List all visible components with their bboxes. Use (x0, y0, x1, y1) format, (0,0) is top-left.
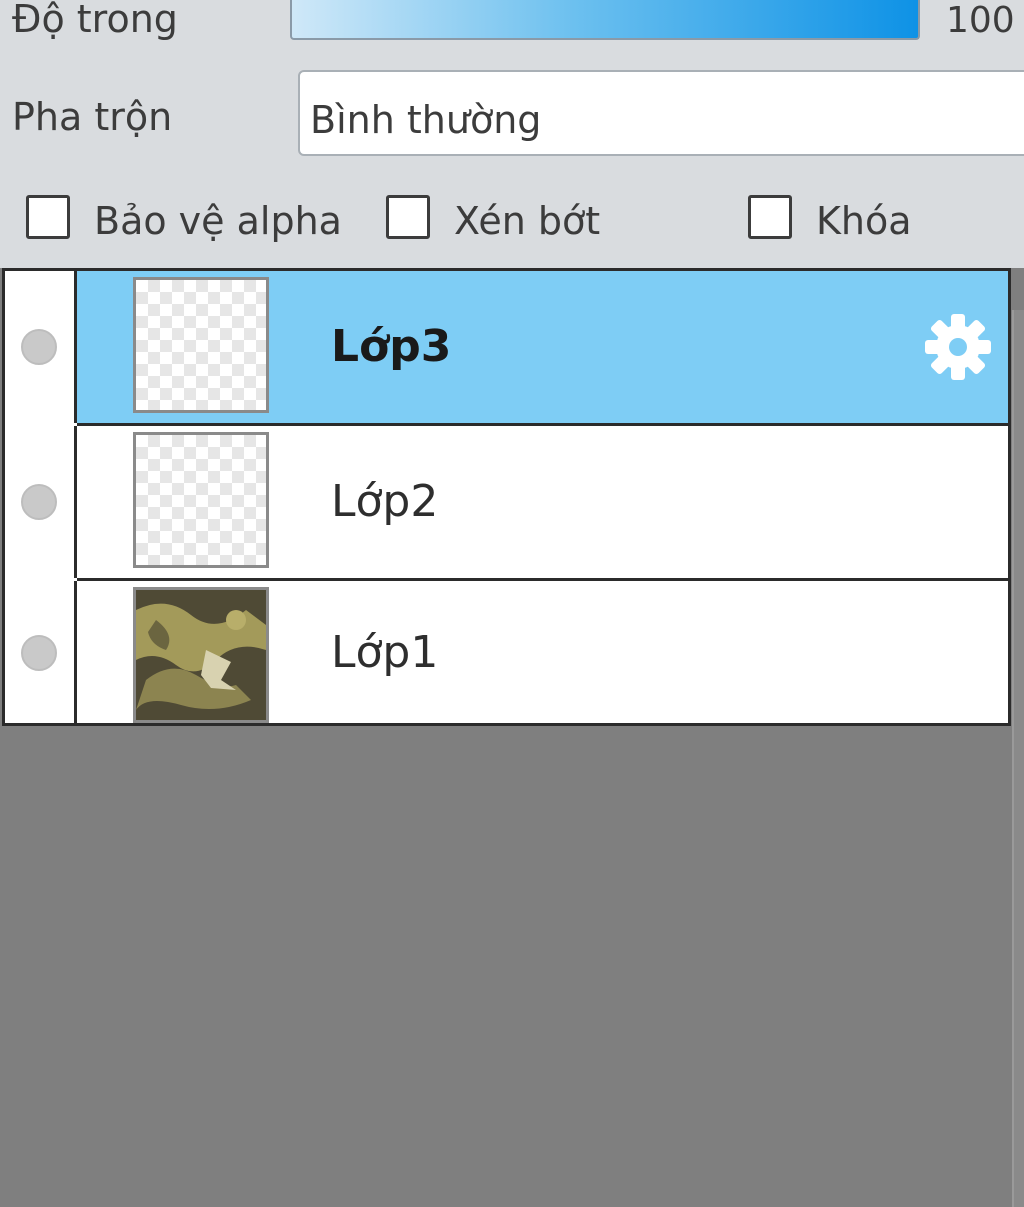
layer-image-preview (136, 590, 266, 720)
layer-properties-panel: Độ trong 100 Pha trộn Bình thường Bảo vệ… (0, 0, 1024, 268)
layer-thumbnail (133, 432, 269, 568)
lock-checkbox[interactable] (748, 195, 792, 239)
protect-alpha-checkbox[interactable] (26, 195, 70, 239)
layer-list: Lớp3 Lớp2 Lớp1 (2, 268, 1011, 726)
visibility-cell[interactable] (5, 271, 77, 423)
visibility-dot-icon[interactable] (21, 329, 57, 365)
clipping-checkbox[interactable] (386, 195, 430, 239)
layer-name: Lớp2 (331, 476, 439, 527)
opacity-slider[interactable] (290, 0, 920, 40)
scrollbar-track[interactable] (1012, 310, 1024, 1207)
visibility-cell[interactable] (5, 581, 77, 723)
visibility-dot-icon[interactable] (21, 484, 57, 520)
layer-row-body[interactable]: Lớp2 (77, 426, 1008, 578)
layer-row-lop2[interactable]: Lớp2 (5, 426, 1008, 578)
clipping-label: Xén bớt (454, 199, 601, 243)
layer-row-body[interactable]: Lớp1 (77, 581, 1008, 723)
opacity-label: Độ trong (12, 0, 178, 41)
layer-name: Lớp1 (331, 627, 439, 678)
layer-thumbnail (133, 277, 269, 413)
opacity-value: 100 (946, 0, 1015, 41)
layer-row-lop3[interactable]: Lớp3 (5, 271, 1008, 423)
visibility-dot-icon[interactable] (21, 635, 57, 671)
blend-mode-select[interactable]: Bình thường (298, 70, 1024, 156)
gear-icon[interactable] (922, 311, 994, 383)
layer-thumbnail (133, 587, 269, 723)
layer-name: Lớp3 (331, 321, 452, 372)
lock-label: Khóa (816, 199, 912, 243)
visibility-cell[interactable] (5, 426, 77, 578)
blend-mode-label: Pha trộn (12, 95, 173, 139)
layer-row-lop1[interactable]: Lớp1 (5, 581, 1008, 723)
protect-alpha-label: Bảo vệ alpha (94, 199, 342, 243)
layer-row-body[interactable]: Lớp3 (77, 271, 1008, 423)
blend-mode-value: Bình thường (310, 98, 542, 142)
